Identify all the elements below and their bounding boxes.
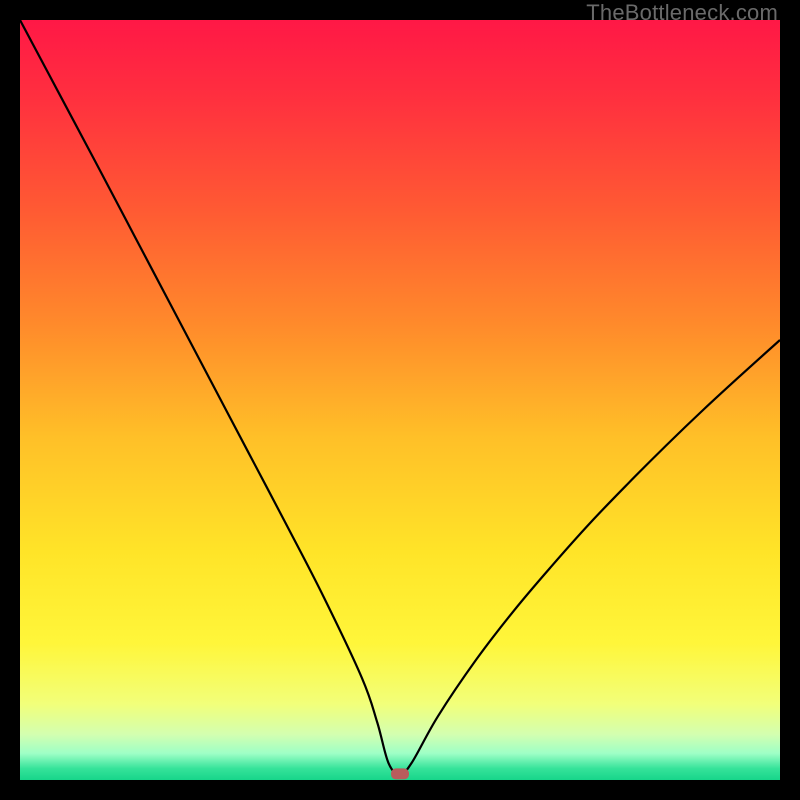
min-marker [391,768,409,779]
chart-background [20,20,780,780]
chart-svg [20,20,780,780]
chart-plot-area [20,20,780,780]
chart-frame: TheBottleneck.com [0,0,800,800]
watermark-text: TheBottleneck.com [586,0,778,26]
